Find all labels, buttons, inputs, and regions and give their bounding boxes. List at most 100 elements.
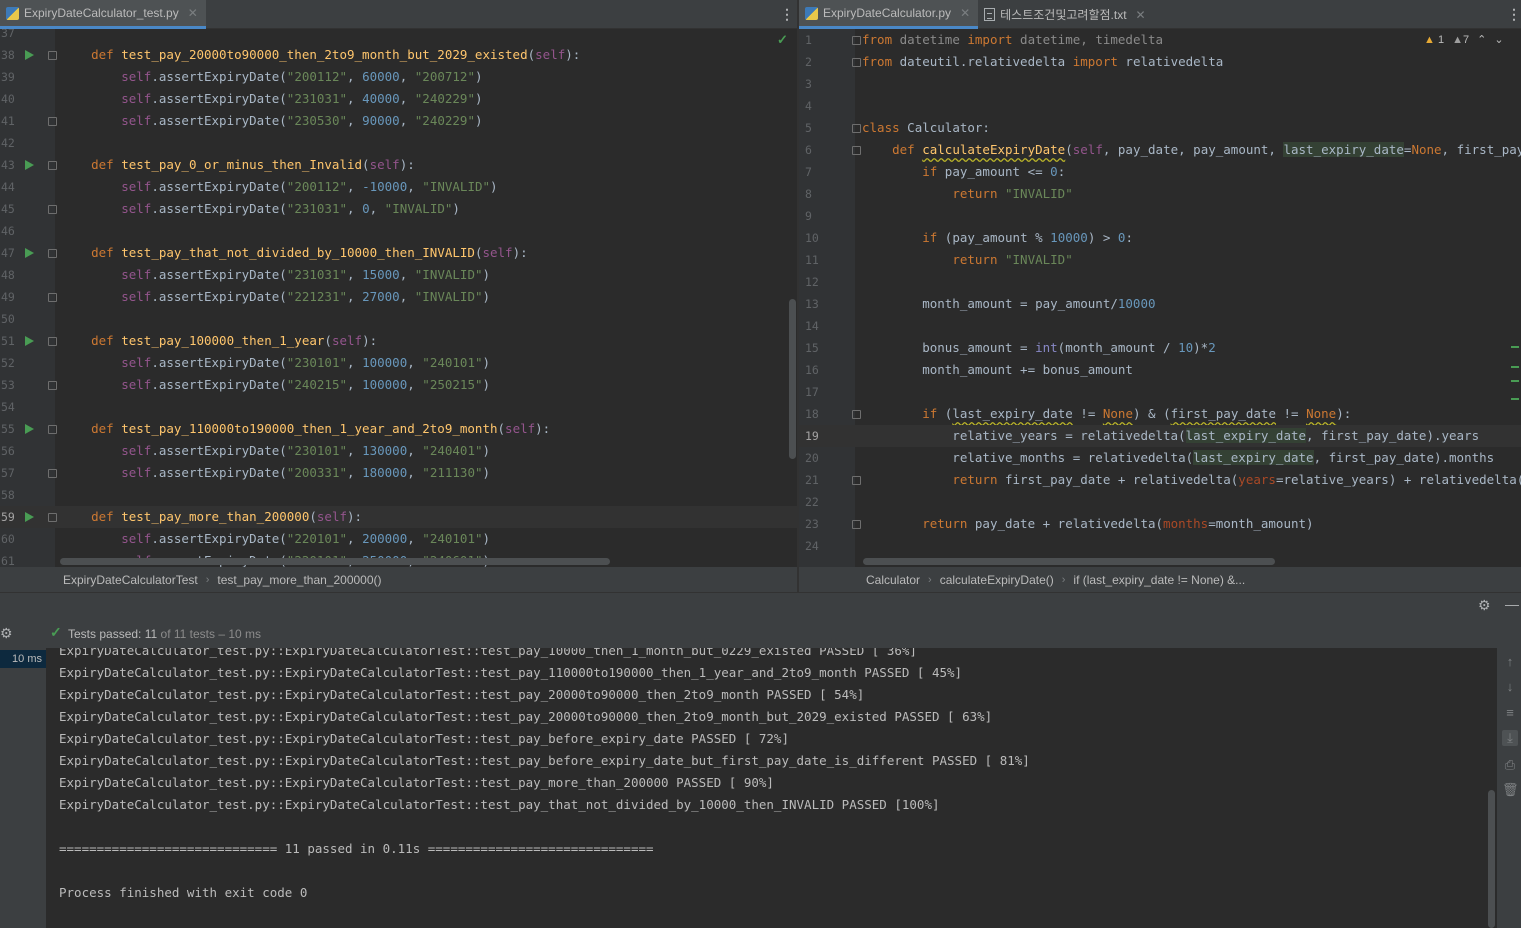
fold-marker-icon[interactable]	[852, 124, 861, 133]
code-line[interactable]: 53 self.assertExpiryDate("240215", 10000…	[0, 374, 797, 396]
code-line[interactable]: 47 def test_pay_that_not_divided_by_1000…	[0, 242, 797, 264]
code-line[interactable]: 41 self.assertExpiryDate("230530", 90000…	[0, 110, 797, 132]
fold-marker-icon[interactable]	[48, 425, 57, 434]
run-test-icon[interactable]	[25, 512, 34, 522]
scroll-to-end-icon[interactable]: ⤓	[1502, 730, 1518, 746]
gear-icon[interactable]: ⚙	[0, 625, 13, 642]
test-tree[interactable]: 10 ms	[0, 648, 47, 928]
fold-marker-icon[interactable]	[852, 146, 861, 155]
code-line[interactable]: 3	[799, 73, 1521, 95]
fold-marker-icon[interactable]	[48, 293, 57, 302]
fold-marker-icon[interactable]	[852, 520, 861, 529]
chevron-up-icon[interactable]: ⌃	[1477, 33, 1486, 46]
code-line[interactable]: 10 if (pay_amount % 10000) > 0:	[799, 227, 1521, 249]
code-line[interactable]: 7 if pay_amount <= 0:	[799, 161, 1521, 183]
code-line[interactable]: 37	[0, 29, 797, 44]
close-icon[interactable]: ✕	[1136, 8, 1146, 22]
fold-marker-icon[interactable]	[852, 58, 861, 67]
gear-icon[interactable]: ⚙	[1478, 597, 1491, 614]
run-test-icon[interactable]	[25, 336, 34, 346]
chevron-down-icon[interactable]: ⌄	[1494, 33, 1503, 46]
print-icon[interactable]: ⎙	[1502, 757, 1518, 773]
code-line[interactable]: 18 if (last_expiry_date != None) & (firs…	[799, 403, 1521, 425]
breadcrumb-item[interactable]: ExpiryDateCalculatorTest	[63, 573, 198, 587]
fold-marker-icon[interactable]	[48, 51, 57, 60]
code-line[interactable]: 2 from dateutil.relativedelta import rela…	[799, 51, 1521, 73]
breadcrumb-item[interactable]: if (last_expiry_date != None) &...	[1073, 573, 1245, 587]
fold-marker-icon[interactable]	[48, 337, 57, 346]
minimize-icon[interactable]: —	[1505, 596, 1519, 612]
code-line[interactable]: 6 def calculateExpiryDate(self, pay_date…	[799, 139, 1521, 161]
breadcrumb-item[interactable]: test_pay_more_than_200000()	[217, 573, 381, 587]
arrow-up-icon[interactable]: ↑	[1502, 654, 1518, 669]
console-output[interactable]: ExpiryDateCalculator_test.py::ExpiryDate…	[47, 648, 1497, 928]
tab-expirydatecalculator-test[interactable]: ExpiryDateCalculator_test.py ✕	[0, 0, 206, 29]
more-options-icon[interactable]: ⋮	[780, 5, 794, 23]
code-line[interactable]: 46	[0, 220, 797, 242]
test-tree-time[interactable]: 10 ms	[0, 650, 46, 668]
code-line[interactable]: 11 return "INVALID"	[799, 249, 1521, 271]
code-line[interactable]: 20 relative_months = relativedelta(last_…	[799, 447, 1521, 469]
fold-marker-icon[interactable]	[852, 476, 861, 485]
test-file-editor[interactable]: 37 38 def test_pay_20000to90000_then_2to9…	[0, 29, 797, 567]
code-line[interactable]: 55 def test_pay_110000to190000_then_1_ye…	[0, 418, 797, 440]
code-line[interactable]: 39 self.assertExpiryDate("200112", 60000…	[0, 66, 797, 88]
source-file-editor[interactable]: 1 from datetime import datetime, timedelt…	[799, 29, 1521, 567]
code-line[interactable]: 23 return pay_date + relativedelta(month…	[799, 513, 1521, 535]
run-test-icon[interactable]	[25, 424, 34, 434]
fold-marker-icon[interactable]	[48, 205, 57, 214]
code-line[interactable]: 58	[0, 484, 797, 506]
code-line[interactable]: 51 def test_pay_100000_then_1_year(self)…	[0, 330, 797, 352]
soft-wrap-icon[interactable]: ≡	[1502, 705, 1518, 720]
code-line[interactable]: 15 bonus_amount = int(month_amount / 10)…	[799, 337, 1521, 359]
code-line[interactable]: 1 from datetime import datetime, timedelt…	[799, 29, 1521, 51]
more-options-icon[interactable]: ⋮	[1507, 5, 1521, 23]
code-line[interactable]: 57 self.assertExpiryDate("200331", 18000…	[0, 462, 797, 484]
close-icon[interactable]: ✕	[188, 6, 198, 20]
code-line[interactable]: 22	[799, 491, 1521, 513]
code-line[interactable]: 19 relative_years = relativedelta(last_e…	[799, 425, 1521, 447]
code-line[interactable]: 40 self.assertExpiryDate("231031", 40000…	[0, 88, 797, 110]
code-line[interactable]: 13 month_amount = pay_amount/10000	[799, 293, 1521, 315]
breadcrumb-item[interactable]: calculateExpiryDate()	[940, 573, 1054, 587]
vertical-scrollbar[interactable]	[789, 299, 796, 459]
code-line[interactable]: 50	[0, 308, 797, 330]
code-line[interactable]: 24	[799, 535, 1521, 557]
code-line[interactable]: 52 self.assertExpiryDate("230101", 10000…	[0, 352, 797, 374]
fold-marker-icon[interactable]	[48, 469, 57, 478]
code-line[interactable]: 21 return first_pay_date + relativedelta…	[799, 469, 1521, 491]
fold-marker-icon[interactable]	[48, 117, 57, 126]
fold-marker-icon[interactable]	[48, 161, 57, 170]
horizontal-scrollbar[interactable]	[863, 558, 1275, 565]
code-line[interactable]: 48 self.assertExpiryDate("231031", 15000…	[0, 264, 797, 286]
code-line[interactable]: 38 def test_pay_20000to90000_then_2to9_m…	[0, 44, 797, 66]
code-line[interactable]: 5 class Calculator:	[799, 117, 1521, 139]
fold-marker-icon[interactable]	[852, 410, 861, 419]
close-icon[interactable]: ✕	[960, 6, 970, 20]
trash-icon[interactable]: 🗑	[1502, 782, 1519, 798]
code-line[interactable]: 9	[799, 205, 1521, 227]
fold-marker-icon[interactable]	[48, 513, 57, 522]
horizontal-scrollbar[interactable]	[60, 558, 610, 565]
arrow-down-icon[interactable]: ↓	[1502, 679, 1518, 694]
tab-test-conditions-txt[interactable]: 테스트조건및고려할점.txt ✕	[978, 0, 1153, 29]
code-line[interactable]: 16 month_amount += bonus_amount	[799, 359, 1521, 381]
breadcrumb-item[interactable]: Calculator	[866, 573, 920, 587]
code-line[interactable]: 60 self.assertExpiryDate("220101", 20000…	[0, 528, 797, 550]
run-test-icon[interactable]	[25, 50, 34, 60]
run-test-icon[interactable]	[25, 248, 34, 258]
code-line[interactable]: 44 self.assertExpiryDate("200112", -1000…	[0, 176, 797, 198]
code-line[interactable]: 43 def test_pay_0_or_minus_then_Invalid(…	[0, 154, 797, 176]
code-line[interactable]: 45 self.assertExpiryDate("231031", 0, "I…	[0, 198, 797, 220]
split-divider[interactable]	[797, 0, 799, 592]
tab-expirydatecalculator[interactable]: ExpiryDateCalculator.py ✕	[799, 0, 979, 29]
run-test-icon[interactable]	[25, 160, 34, 170]
code-line[interactable]: 49 self.assertExpiryDate("221231", 27000…	[0, 286, 797, 308]
code-line[interactable]: 42	[0, 132, 797, 154]
fold-marker-icon[interactable]	[48, 249, 57, 258]
code-line[interactable]: 56 self.assertExpiryDate("230101", 13000…	[0, 440, 797, 462]
code-line[interactable]: 17	[799, 381, 1521, 403]
inspection-widget[interactable]: ▲ 1 ▲7 ⌃ ⌄	[1424, 33, 1504, 47]
fold-marker-icon[interactable]	[48, 381, 57, 390]
console-scrollbar[interactable]	[1488, 790, 1495, 928]
